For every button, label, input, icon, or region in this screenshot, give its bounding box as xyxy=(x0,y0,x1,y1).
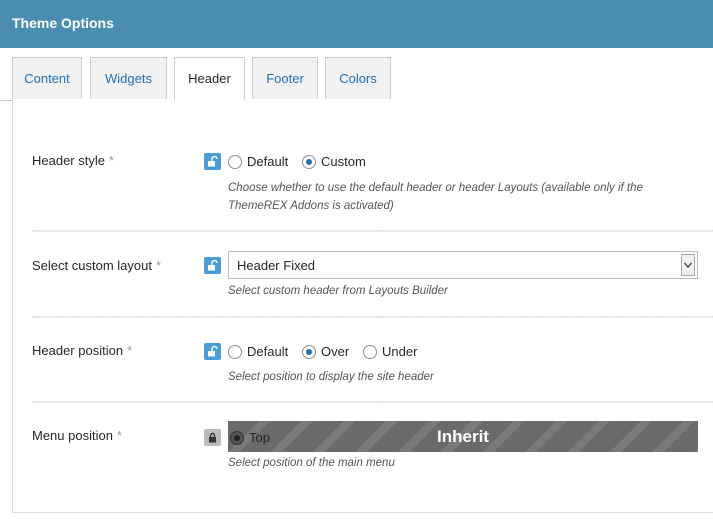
row-divider xyxy=(32,230,713,232)
header-position-default-radio[interactable]: Default xyxy=(228,344,288,359)
tab-colors[interactable]: Colors xyxy=(325,57,391,99)
header-style-default-radio[interactable]: Default xyxy=(228,154,288,169)
required-mark: * xyxy=(116,428,123,443)
required-mark: * xyxy=(127,343,133,358)
custom-layout-label: Select custom layout * xyxy=(32,258,162,273)
required-mark: * xyxy=(108,153,115,168)
chevron-down-icon[interactable] xyxy=(681,254,695,276)
header-style-description: Choose whether to use the default header… xyxy=(228,182,643,212)
unlock-icon[interactable] xyxy=(204,343,221,360)
custom-layout-description: Select custom header from Layouts Builde… xyxy=(228,285,448,297)
radio-circle xyxy=(363,344,377,359)
custom-layout-select[interactable]: Header Fixed xyxy=(228,251,698,279)
inherit-overlay[interactable]: Top Inherit xyxy=(228,421,698,452)
header-position-over-radio[interactable]: Over xyxy=(302,344,349,359)
inherit-label: Inherit xyxy=(437,427,489,446)
radio-circle xyxy=(228,154,242,169)
tab-content[interactable]: Content xyxy=(12,57,82,99)
lock-icon[interactable] xyxy=(204,429,221,446)
tab-footer[interactable]: Footer xyxy=(252,57,318,99)
header-position-under-radio[interactable]: Under xyxy=(363,344,417,359)
radio-circle xyxy=(228,344,242,359)
header-style-custom-radio[interactable]: Custom xyxy=(302,154,366,169)
header-position-description: Select position to display the site head… xyxy=(228,371,434,383)
row-divider xyxy=(32,401,713,403)
window-title: Theme Options xyxy=(12,15,114,31)
radio-circle xyxy=(302,154,316,169)
row-divider xyxy=(32,316,713,318)
tab-widgets[interactable]: Widgets xyxy=(90,57,167,99)
header-style-label: Header style * xyxy=(32,153,115,168)
header-position-label: Header position * xyxy=(32,343,133,358)
unlock-icon[interactable] xyxy=(204,257,221,274)
tab-header[interactable]: Header xyxy=(174,57,245,101)
menu-position-label: Menu position * xyxy=(32,428,123,443)
required-mark: * xyxy=(155,258,162,273)
unlock-icon[interactable] xyxy=(204,153,221,170)
radio-circle xyxy=(302,344,316,359)
menu-position-description: Select position of the main menu xyxy=(228,457,395,469)
window-titlebar: Theme Options xyxy=(0,0,713,48)
